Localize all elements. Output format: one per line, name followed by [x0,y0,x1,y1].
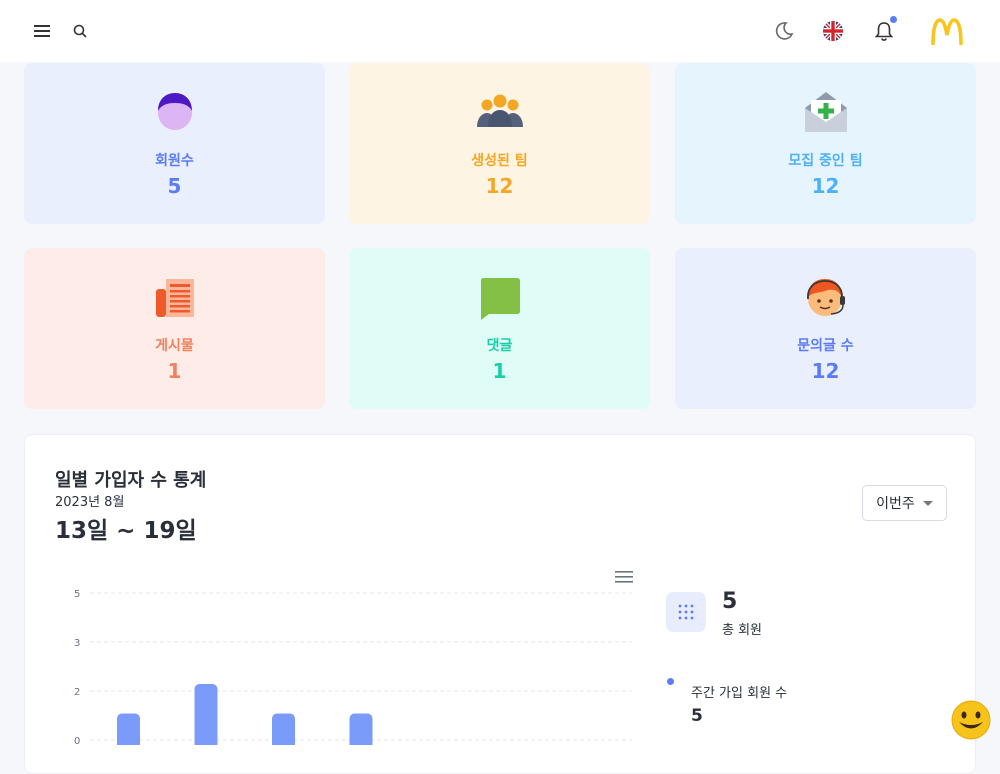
daily-signup-stats-panel: 일별 가입자 수 통계 2023년 8월 13일 ~ 19일 이번주 5320 … [24,434,976,774]
chart-bar[interactable] [349,713,373,746]
card-label: 문의글 수 [797,338,854,354]
top-navbar [0,0,1000,62]
person-avatar-icon [149,87,201,139]
period-select[interactable]: 이번주 [862,485,947,521]
card-members[interactable]: 회원수 5 [24,63,325,224]
signup-bar-chart: 5 3 2 0 [74,589,632,746]
moon-icon[interactable] [769,16,799,46]
y-tick-label: 5 [74,589,80,600]
chart-bar[interactable] [272,713,295,746]
newspaper-icon [149,272,201,324]
y-tick-label: 2 [74,687,80,698]
chart-bar[interactable] [117,713,140,746]
chart-bar[interactable] [194,684,218,745]
period-select-label: 이번주 [876,496,915,512]
card-value: 1 [492,359,507,383]
card-posts[interactable]: 게시물 1 [24,248,325,409]
card-value: 1 [167,359,182,383]
y-tick-label: 3 [74,638,80,649]
card-label: 모집 중인 팀 [788,153,863,169]
legend-dot [667,678,674,685]
card-value: 12 [811,359,840,383]
group-people-icon [474,87,526,139]
notification-dot [890,16,897,23]
y-tick-label: 0 [74,736,80,745]
speech-bubble-icon [474,272,526,324]
weekly-signup-label: 주간 가입 회원 수 [691,686,788,701]
total-members-label: 총 회원 [722,623,763,638]
weekly-signup-value: 5 [691,706,703,726]
card-label: 회원수 [155,153,194,169]
envelope-plus-icon [800,87,852,139]
smiley-chat-icon[interactable] [950,699,992,741]
card-value: 5 [167,174,182,198]
card-value: 12 [811,174,840,198]
card-label: 댓글 [486,338,513,354]
bell-icon[interactable] [869,16,899,46]
card-comments[interactable]: 댓글 1 [349,248,650,409]
card-recruiting-teams[interactable]: 모집 중인 팀 12 [675,63,976,224]
card-value: 12 [485,174,514,198]
mcdonalds-logo[interactable] [930,16,964,46]
card-inquiries[interactable]: 문의글 수 12 [675,248,976,409]
grid-dots-icon [666,592,706,632]
panel-month: 2023년 8월 [55,495,125,510]
uk-flag-icon[interactable] [818,16,848,46]
panel-date-range: 13일 ~ 19일 [55,518,197,544]
support-agent-icon [800,272,852,324]
card-created-teams[interactable]: 생성된 팀 12 [349,63,650,224]
caret-down-icon [922,500,933,506]
card-label: 게시물 [155,338,194,354]
total-members-value: 5 [722,589,738,614]
card-label: 생성된 팀 [471,153,528,169]
panel-title: 일별 가입자 수 통계 [55,470,207,491]
search-icon[interactable] [65,16,95,46]
menu-icon[interactable] [27,16,57,46]
